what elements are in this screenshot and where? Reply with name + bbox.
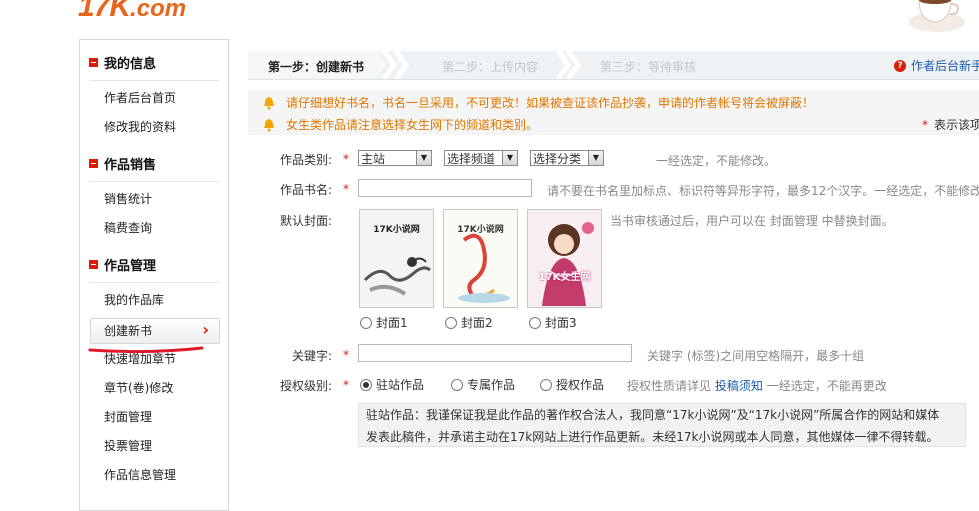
step-3-label: 第三步：等待审核 [600, 60, 697, 74]
keywords-hint: 关键字 (标签)之间用空格隔开，最多十组 [647, 349, 865, 363]
sidebar-section-my-info[interactable]: 我的信息 [89, 53, 156, 72]
notice-panel: 请仔细想好书名，书名一旦采用，不可更改！如果被查证该作品抄袭，申请的作者帐号将会… [248, 90, 979, 135]
coffee-cup-icon [909, 0, 965, 32]
help-icon: ? [894, 59, 906, 72]
required-star: * [343, 182, 349, 196]
license-option-resident[interactable]: 驻站作品 [360, 376, 424, 393]
step-2-label: 第二步：上传内容 [442, 60, 539, 74]
license-exclusive-radio[interactable] [451, 378, 463, 391]
divider [89, 282, 219, 283]
sidebar-section-works[interactable]: 作品管理 [89, 255, 156, 274]
collapse-icon [89, 158, 98, 168]
sidebar-item-work-info[interactable]: 作品信息管理 [104, 466, 176, 484]
collapse-icon [89, 57, 98, 67]
keywords-input[interactable] [358, 344, 632, 362]
cover-3-option[interactable]: 封面3 [529, 314, 577, 331]
notice-1: 请仔细想好书名，书名一旦采用，不可更改！如果被查证该作品抄袭，申请的作者帐号将会… [262, 94, 814, 111]
sidebar-item-my-works[interactable]: 我的作品库 [104, 291, 164, 309]
required-star: * [922, 118, 928, 132]
dropdown-arrow-icon: ▼ [502, 151, 517, 165]
type-select[interactable]: 主站 ▼ [358, 150, 432, 166]
logo-suffix: .com [130, 0, 187, 22]
cover-label: 默认封面: [279, 214, 332, 228]
category-select[interactable]: 选择分类 ▼ [530, 150, 604, 166]
license-description-line-1: 驻站作品：我谨保证我是此作品的著作权合法人，我同意“17k小说网”及“17k小说… [366, 408, 940, 422]
title-hint: 请不要在书名里加标点、标识符等异形字符，最多12个汉字。一经选定，不能修改 [547, 184, 979, 198]
cover-3-radio[interactable] [529, 316, 541, 329]
channel-select[interactable]: 选择频道 ▼ [444, 150, 518, 166]
step-1: 第一步：创建新书 [248, 51, 378, 79]
sidebar-item-author-home[interactable]: 作者后台首页 [104, 89, 176, 107]
license-description: 驻站作品：我谨保证我是此作品的著作权合法人，我同意“17k小说网”及“17k小说… [358, 403, 966, 447]
cover-3-title: 17K女生网 [538, 272, 591, 283]
sidebar-item-royalty-query[interactable]: 稿费查询 [104, 219, 152, 237]
submission-guide-link[interactable]: 投稿须知 [715, 379, 763, 393]
cover-2-option[interactable]: 封面2 [445, 314, 493, 331]
sidebar-item-quick-add-chapter[interactable]: 快速增加章节 [104, 350, 176, 368]
cover-3-art [528, 210, 601, 307]
cover-2-title: 17K小说网 [457, 225, 504, 235]
cover-2-radio[interactable] [445, 316, 457, 329]
required-note: * 表示该项 [922, 118, 979, 132]
step-arrow-icon [376, 51, 410, 79]
sidebar: 我的信息 作者后台首页 修改我的资料 作品销售 销售统计 稿费查询 作品管理 我… [79, 39, 229, 511]
divider [89, 181, 219, 182]
cover-hint: 当书审核通过后，用户可以在 封面管理 中替换封面。 [610, 214, 894, 228]
sidebar-item-sales-stats[interactable]: 销售统计 [104, 190, 152, 208]
bell-icon [264, 96, 274, 109]
sidebar-item-vote-manage[interactable]: 投票管理 [104, 437, 152, 455]
notice-2: 女生类作品请注意选择女生网下的频道和类别。 [262, 116, 538, 133]
divider [89, 80, 219, 81]
license-option-exclusive[interactable]: 专属作品 [451, 376, 515, 393]
step-1-label: 第一步：创建新书 [268, 60, 365, 74]
license-hint: 授权性质请详见 投稿须知 一经选定，不能再更改 [627, 379, 887, 393]
cover-1-title: 17K小说网 [373, 225, 420, 235]
keywords-label: 关键字: [291, 349, 332, 363]
license-description-line-2: 发表此稿件，并承诺主动在17k网站上进行作品更新。未经17k小说网或本人同意，其… [366, 430, 939, 444]
book-title-input[interactable] [358, 179, 532, 197]
cover-1-thumbnail[interactable]: 17K小说网 [359, 209, 434, 308]
bell-icon [264, 118, 274, 131]
step-arrow-icon [555, 51, 582, 79]
required-star: * [343, 378, 349, 392]
cover-2-thumbnail[interactable]: 17K小说网 [443, 209, 518, 308]
site-logo[interactable]: 17K.com [78, 0, 186, 24]
sidebar-section-sales[interactable]: 作品销售 [89, 154, 156, 173]
chevron-right-icon: › [202, 320, 209, 339]
license-label: 授权级别: [279, 379, 332, 393]
required-star: * [343, 348, 349, 362]
title-label: 作品书名: [279, 183, 332, 197]
sidebar-item-chapter-edit[interactable]: 章节(卷)修改 [104, 379, 173, 397]
dropdown-arrow-icon: ▼ [416, 151, 431, 165]
sidebar-item-create-book[interactable]: 创建新书 › [90, 318, 220, 344]
sidebar-item-cover-manage[interactable]: 封面管理 [104, 408, 152, 426]
dropdown-arrow-icon: ▼ [588, 151, 603, 165]
sidebar-item-label: 创建新书 [104, 324, 153, 338]
sidebar-item-edit-profile[interactable]: 修改我的资料 [104, 118, 176, 136]
collapse-icon [89, 259, 98, 269]
author-help-link[interactable]: ? 作者后台新手 [894, 57, 979, 74]
logo-main: 17K [78, 0, 131, 23]
category-label: 作品类别: [279, 153, 332, 167]
cover-1-radio[interactable] [360, 316, 372, 329]
license-resident-radio[interactable] [360, 378, 372, 391]
category-hint: 一经选定，不能修改。 [656, 154, 777, 168]
required-star: * [343, 152, 349, 166]
cover-3-thumbnail[interactable]: 17K女生网 [527, 209, 602, 308]
step-bar: 第一步：创建新书 第二步：上传内容 第三步：等待审核 ? 作者后台新手 [248, 51, 979, 80]
cover-1-option[interactable]: 封面1 [360, 314, 408, 331]
license-option-authorized[interactable]: 授权作品 [540, 376, 604, 393]
license-authorized-radio[interactable] [540, 378, 552, 391]
